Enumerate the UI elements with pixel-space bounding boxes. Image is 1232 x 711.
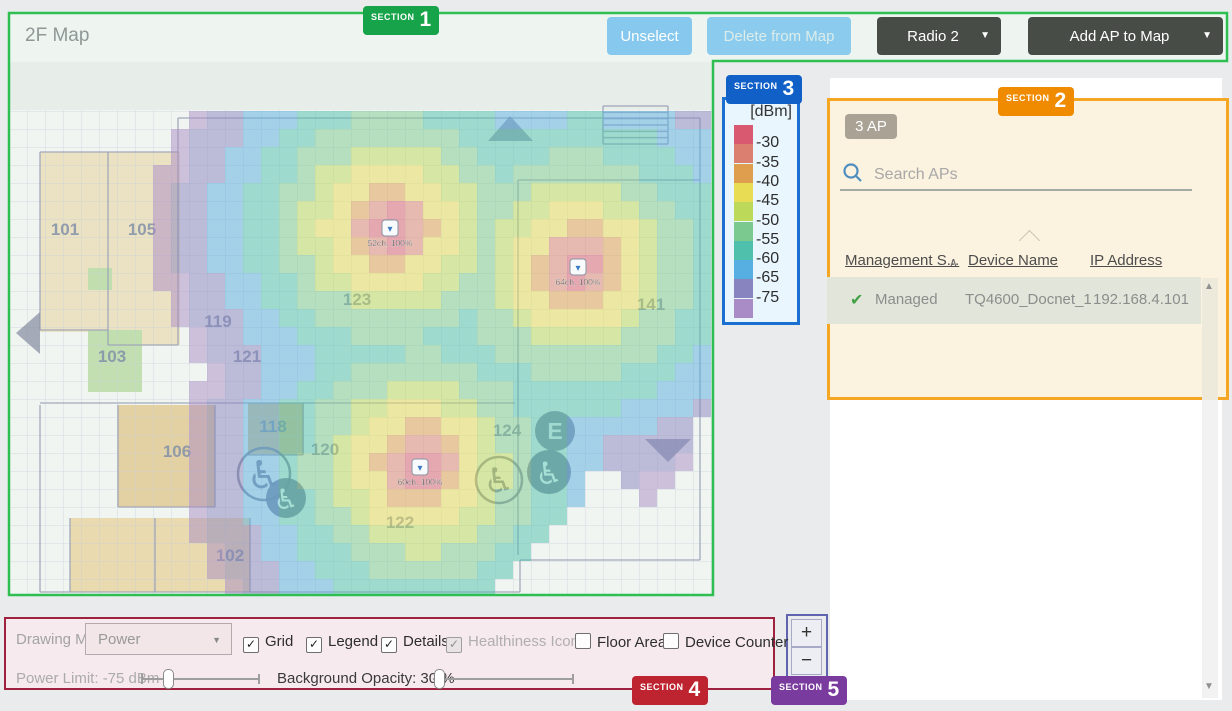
management-status-cell: Managed — [875, 291, 938, 308]
legend-title: [dBm] — [750, 103, 792, 121]
column-header-device-name[interactable]: Device Name — [968, 252, 1058, 269]
radio-select-button[interactable]: Radio 2 ▼ — [877, 17, 1001, 55]
slider-tick — [572, 674, 574, 684]
checkbox-label: Device Counter — [685, 634, 788, 651]
unselect-button[interactable]: Unselect — [607, 17, 692, 55]
slider-tick — [141, 674, 143, 684]
legend-swatch — [734, 260, 753, 279]
checkbox-box[interactable]: ✓ — [381, 637, 397, 653]
section-1-badge: SECTION1 — [363, 6, 439, 35]
legend-swatch — [734, 222, 753, 241]
legend-tick-label: -45 — [756, 192, 779, 210]
checkbox-details[interactable]: ✓ Details — [381, 633, 449, 653]
legend-swatch — [734, 299, 753, 318]
legend-swatch — [734, 125, 753, 144]
section-4-badge: SECTION4 — [632, 676, 708, 705]
column-header-management-status[interactable]: Management S... — [845, 252, 959, 269]
checkbox-floor-area[interactable]: Floor Area — [575, 633, 666, 652]
legend-tick-label: -55 — [756, 231, 779, 249]
legend-swatch — [734, 164, 753, 183]
table-scrollbar[interactable] — [1202, 278, 1218, 400]
power-limit-slider[interactable] — [142, 678, 259, 680]
slider-tick — [258, 674, 260, 684]
background-opacity-slider[interactable] — [433, 678, 573, 680]
room-number-label: 106 — [163, 442, 191, 461]
room-number-label: 103 — [98, 347, 126, 366]
app-root: 2F Map Unselect Delete from Map Radio 2 … — [0, 0, 1232, 711]
checkbox-label: Healthiness Icon — [468, 633, 579, 650]
room-number-label: 105 — [128, 220, 156, 239]
wifi-ap-icon: ▾ — [417, 463, 422, 474]
sort-ascending-icon: ∧ — [949, 255, 958, 269]
column-header-ip-address[interactable]: IP Address — [1090, 252, 1162, 269]
legend-tick-label: -30 — [756, 134, 779, 152]
panel-scrollbar[interactable] — [1202, 400, 1218, 698]
search-icon — [842, 162, 864, 184]
checkbox-box: ✓ — [446, 637, 462, 653]
checkbox-grid[interactable]: ✓ Grid — [243, 633, 293, 653]
legend-tick-label: -75 — [756, 289, 779, 307]
ap-table-body: ✔ Managed TQ4600_Docnet_1192.168.4.101 — [827, 277, 1201, 324]
power-limit-label: Power Limit: -75 dBm — [16, 670, 159, 687]
scroll-down-icon[interactable]: ▼ — [1204, 681, 1214, 692]
legend-swatch — [734, 241, 753, 260]
ap-channel-label: 64ch, 100% — [556, 277, 601, 287]
power-limit-slider-thumb[interactable] — [163, 669, 174, 689]
legend-tick-label: -50 — [756, 212, 779, 230]
managed-check-icon: ✔ — [850, 290, 863, 310]
chevron-down-icon: ▼ — [980, 30, 990, 41]
section-5-badge: SECTION5 — [771, 676, 847, 705]
ap-channel-label: 60ch, 100% — [398, 477, 443, 487]
signal-legend: [dBm] -30 -35-40-45 -50-55-60-65 -75 — [722, 97, 800, 325]
ap-channel-label: 52ch, 100% — [368, 238, 413, 248]
legend-swatch — [734, 144, 753, 163]
zoom-in-button[interactable]: + — [791, 619, 822, 647]
section-3-badge: SECTION3 — [726, 75, 802, 104]
legend-swatch — [734, 279, 753, 298]
ap-table-row[interactable]: ✔ Managed TQ4600_Docnet_1192.168.4.101 — [827, 277, 1201, 324]
device-name-cell: TQ4600_Docnet_1 — [965, 291, 1092, 308]
floor-map-canvas[interactable]: E♿♿♿♿10110511910312112314110611812012412… — [8, 62, 714, 596]
checkbox-device-counter[interactable]: Device Counter — [663, 633, 788, 652]
checkbox-label: Floor Area — [597, 634, 666, 651]
ip-address-cell: 192.168.4.101 — [1093, 291, 1189, 308]
ap-count-badge: 3 AP — [845, 114, 897, 139]
drawing-mode-select[interactable]: Power ▼ — [85, 623, 232, 655]
checkbox-label: Grid — [265, 633, 293, 650]
add-ap-to-map-button[interactable]: Add AP to Map ▼ — [1028, 17, 1223, 55]
checkbox-box[interactable] — [575, 633, 591, 649]
chevron-down-icon: ▼ — [1202, 30, 1212, 41]
drawing-mode-value: Power — [98, 631, 141, 648]
section-2-badge: SECTION2 — [998, 87, 1074, 116]
zoom-out-button[interactable]: − — [791, 647, 822, 675]
wifi-ap-icon: ▾ — [575, 263, 580, 274]
background-opacity-slider-thumb[interactable] — [434, 669, 445, 689]
wifi-ap-icon: ▾ — [387, 224, 392, 235]
room-number-label: 101 — [51, 220, 79, 239]
background-opacity-label: Background Opacity: 30 % — [277, 670, 455, 687]
scroll-up-icon[interactable]: ▲ — [1204, 281, 1214, 292]
legend-tick-label: -65 — [756, 269, 779, 287]
legend-swatch — [734, 202, 753, 221]
checkbox-legend[interactable]: ✓ Legend — [306, 633, 378, 653]
legend-tick-label: -40 — [756, 173, 779, 191]
page-title: 2F Map — [25, 25, 89, 47]
checkbox-box[interactable] — [663, 633, 679, 649]
chevron-down-icon: ▼ — [212, 635, 221, 645]
checkbox-box[interactable]: ✓ — [243, 637, 259, 653]
checkbox-healthiness-icon: ✓ Healthiness Icon — [446, 633, 579, 653]
checkbox-label: Details — [403, 633, 449, 650]
legend-swatch — [734, 183, 753, 202]
legend-tick-label: -35 — [756, 154, 779, 172]
checkbox-label: Legend — [328, 633, 378, 650]
legend-tick-label: -60 — [756, 250, 779, 268]
search-underline — [840, 189, 1192, 191]
checkbox-box[interactable]: ✓ — [306, 637, 322, 653]
search-input[interactable] — [872, 162, 1176, 188]
delete-from-map-button[interactable]: Delete from Map — [707, 17, 851, 55]
